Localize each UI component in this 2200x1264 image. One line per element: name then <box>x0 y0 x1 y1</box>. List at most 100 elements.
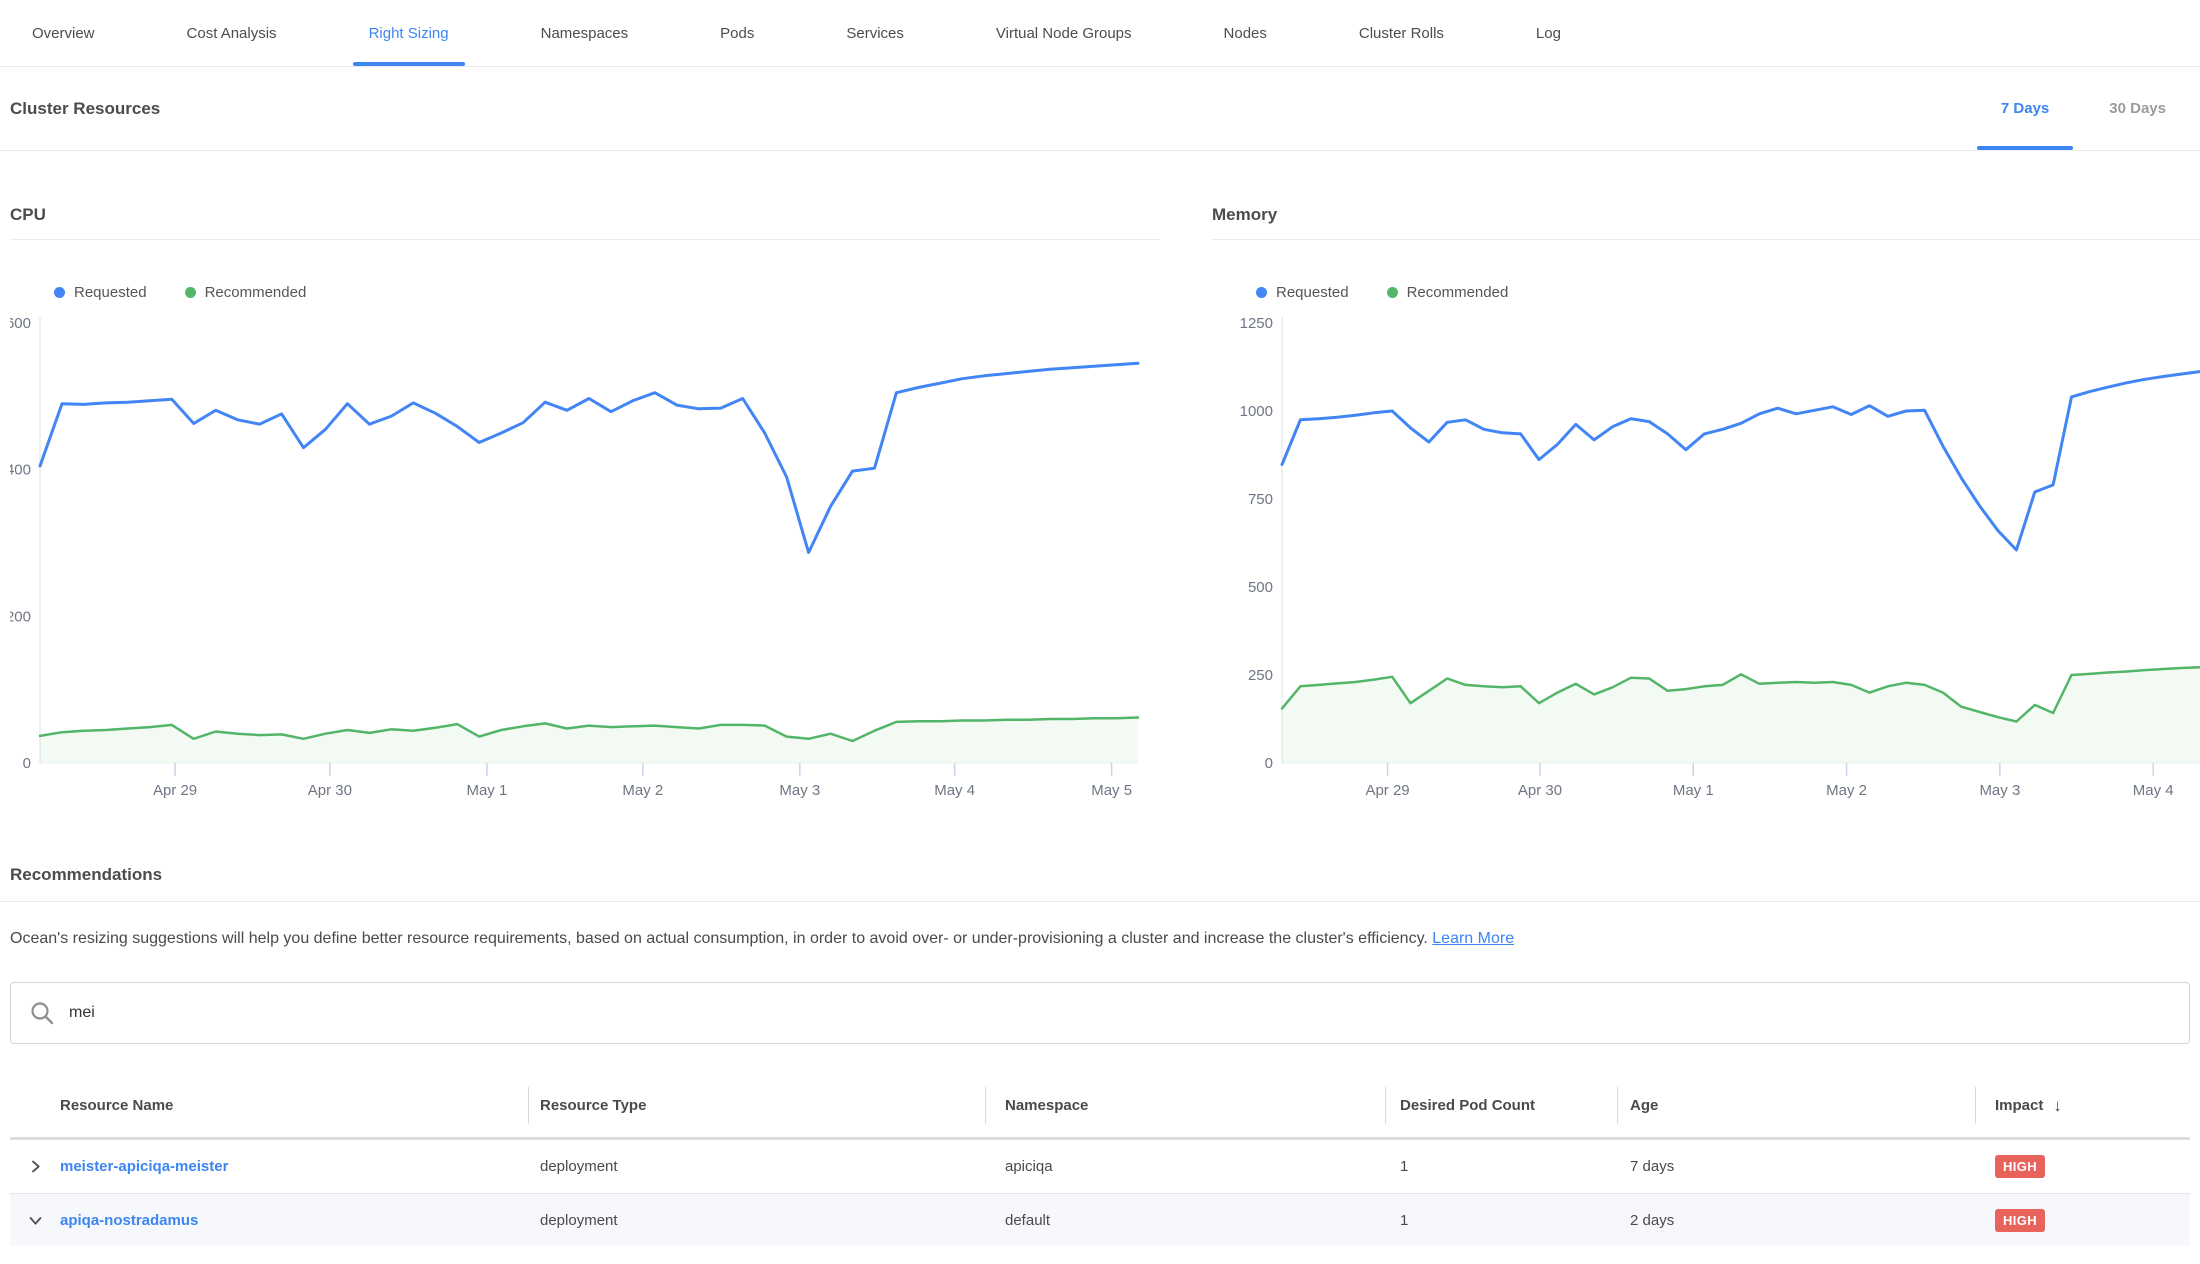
svg-text:May 4: May 4 <box>2133 782 2174 799</box>
tab-right-sizing[interactable]: Right Sizing <box>353 0 465 66</box>
expand-row-button[interactable] <box>10 1140 60 1193</box>
collapse-row-button[interactable] <box>10 1194 60 1246</box>
header-label: Impact <box>1995 1097 2043 1114</box>
cell-resource-name: meister-apiciqa-meister <box>60 1158 528 1175</box>
legend-dot-recommended <box>1387 287 1398 298</box>
tab-cluster-rolls[interactable]: Cluster Rolls <box>1343 0 1460 66</box>
svg-text:May 2: May 2 <box>1826 782 1867 799</box>
header-cell-expander <box>10 1074 60 1137</box>
tab-namespaces[interactable]: Namespaces <box>525 0 645 66</box>
cell-age: 2 days <box>1617 1212 1975 1229</box>
legend-label: Recommended <box>1407 284 1509 301</box>
svg-text:250: 250 <box>1248 667 1273 684</box>
series-requested-line <box>40 363 1138 552</box>
chevron-down-icon <box>27 1212 44 1229</box>
header-cell-age[interactable]: Age <box>1617 1074 1975 1137</box>
cluster-resources-title: Cluster Resources <box>10 99 160 119</box>
svg-text:May 1: May 1 <box>1673 782 1714 799</box>
tab-cost-analysis[interactable]: Cost Analysis <box>171 0 293 66</box>
cell-desired-pod-count: 1 <box>1385 1212 1617 1229</box>
svg-text:400: 400 <box>10 462 31 479</box>
cell-impact: HIGH <box>1975 1209 2190 1232</box>
svg-text:0: 0 <box>1265 755 1273 772</box>
chart-cpu: 0200400600Apr 29Apr 30May 1May 2May 3May… <box>10 315 1160 807</box>
header-label: Namespace <box>1005 1097 1088 1114</box>
tab-services[interactable]: Services <box>830 0 920 66</box>
search-input[interactable] <box>69 1004 2171 1022</box>
legend-label: Requested <box>1276 284 1349 301</box>
legend-label: Requested <box>74 284 147 301</box>
legend-item-recommended[interactable]: Recommended <box>185 284 307 301</box>
legend-label: Recommended <box>205 284 307 301</box>
recommendations-table: Resource Name Resource Type Namespace Desir… <box>10 1074 2190 1246</box>
svg-text:Apr 30: Apr 30 <box>1518 782 1562 799</box>
svg-text:May 3: May 3 <box>1979 782 2020 799</box>
svg-text:May 1: May 1 <box>466 782 507 799</box>
recommendations-description: Ocean's resizing suggestions will help y… <box>10 928 2190 950</box>
cell-namespace: apiciqa <box>985 1158 1385 1175</box>
header-cell-desired-pod-count[interactable]: Desired Pod Count <box>1385 1074 1617 1137</box>
impact-badge: HIGH <box>1995 1209 2045 1232</box>
legend-dot-requested <box>1256 287 1267 298</box>
tab-virtual-node-groups[interactable]: Virtual Node Groups <box>980 0 1148 66</box>
svg-text:1000: 1000 <box>1240 403 1273 420</box>
legend-dot-requested <box>54 287 65 298</box>
impact-badge: HIGH <box>1995 1155 2045 1178</box>
cell-resource-name: apiqa-nostradamus <box>60 1212 528 1229</box>
header-label: Desired Pod Count <box>1400 1097 1535 1114</box>
svg-text:1250: 1250 <box>1240 315 1273 332</box>
resource-name-link[interactable]: meister-apiciqa-meister <box>60 1158 228 1175</box>
chart-panel-memory: Memory Requested Recommended 0 250 500 750 1000… <box>1212 205 2200 807</box>
chart-legend: Requested Recommended <box>1256 284 2200 301</box>
resource-name-link[interactable]: apiqa-nostradamus <box>60 1212 198 1229</box>
table-row: meister-apiciqa-meisterdeploymentapiciqa… <box>10 1140 2190 1193</box>
svg-text:May 4: May 4 <box>934 782 975 799</box>
svg-text:Apr 30: Apr 30 <box>308 782 352 799</box>
legend-dot-recommended <box>185 287 196 298</box>
chart-memory: 0 250 500 750 1000 1250 Apr 29 Apr 30 May 1 May 2… <box>1212 315 2200 807</box>
series-requested-line <box>1282 372 2200 550</box>
svg-text:May 2: May 2 <box>622 782 663 799</box>
svg-text:Apr 29: Apr 29 <box>1365 782 1409 799</box>
legend-item-recommended[interactable]: Recommended <box>1387 284 1509 301</box>
chart-title-memory: Memory <box>1212 205 2200 240</box>
header-label: Resource Type <box>540 1097 646 1114</box>
top-nav: Overview Cost Analysis Right Sizing Namespa… <box>0 0 2200 67</box>
recommendations-description-text: Ocean's resizing suggestions will help y… <box>10 930 1428 947</box>
header-cell-resource-type[interactable]: Resource Type <box>528 1074 985 1137</box>
header-cell-impact[interactable]: Impact ↓ <box>1975 1074 2190 1137</box>
learn-more-link[interactable]: Learn More <box>1432 930 1514 947</box>
chart-title-cpu: CPU <box>10 205 1160 240</box>
range-option-7-days[interactable]: 7 Days <box>1971 67 2079 150</box>
sort-desc-icon[interactable]: ↓ <box>2053 1096 2062 1116</box>
tab-nodes[interactable]: Nodes <box>1208 0 1283 66</box>
svg-text:600: 600 <box>10 315 31 332</box>
divider <box>0 901 2200 902</box>
chart-panel-cpu: CPURequestedRecommended0200400600Apr 29A… <box>10 205 1160 807</box>
tab-pods[interactable]: Pods <box>704 0 770 66</box>
range-option-30-days[interactable]: 30 Days <box>2079 67 2196 150</box>
tab-log[interactable]: Log <box>1520 0 1577 66</box>
legend-item-requested[interactable]: Requested <box>1256 284 1349 301</box>
cell-desired-pod-count: 1 <box>1385 1158 1617 1175</box>
legend-item-requested[interactable]: Requested <box>54 284 147 301</box>
chevron-right-icon <box>27 1158 44 1175</box>
header-cell-namespace[interactable]: Namespace <box>985 1074 1385 1137</box>
recommendations-title: Recommendations <box>10 865 2200 885</box>
resource-search-box <box>10 982 2190 1044</box>
table-header: Resource Name Resource Type Namespace Desir… <box>10 1074 2190 1140</box>
cell-age: 7 days <box>1617 1158 1975 1175</box>
header-label: Age <box>1630 1097 1658 1114</box>
svg-text:Apr 29: Apr 29 <box>153 782 197 799</box>
chart-legend: Requested Recommended <box>54 284 1160 301</box>
cell-namespace: default <box>985 1212 1385 1229</box>
cluster-resources-header: Cluster Resources 7 Days30 Days <box>0 67 2200 151</box>
svg-text:750: 750 <box>1248 491 1273 508</box>
svg-text:May 5: May 5 <box>1091 782 1132 799</box>
svg-text:0: 0 <box>23 755 31 772</box>
header-cell-resource-name[interactable]: Resource Name <box>60 1074 528 1137</box>
tab-overview[interactable]: Overview <box>16 0 111 66</box>
cell-resource-type: deployment <box>528 1212 985 1229</box>
svg-text:500: 500 <box>1248 579 1273 596</box>
table-row: apiqa-nostradamus deploymentdefault12 day… <box>10 1193 2190 1246</box>
